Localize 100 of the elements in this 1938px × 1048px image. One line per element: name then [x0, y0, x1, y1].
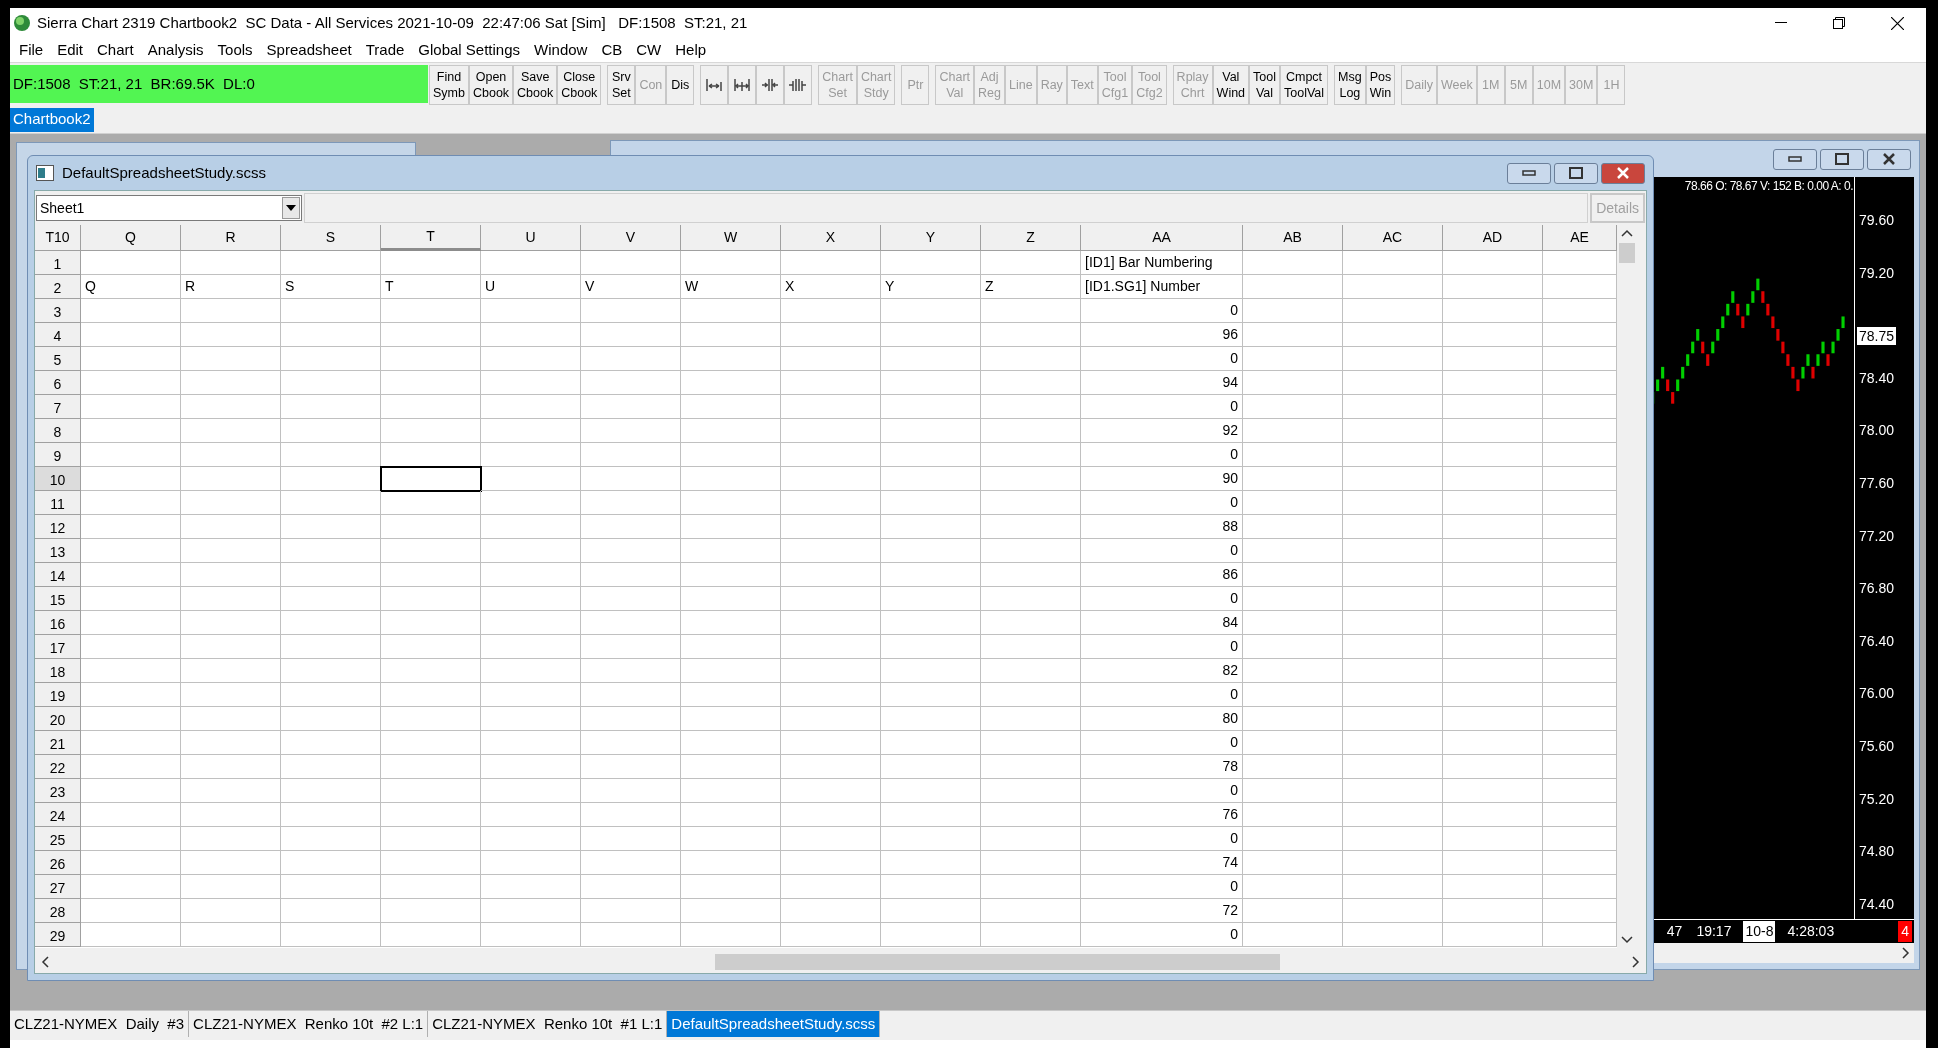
- table-cell[interactable]: 84: [1081, 611, 1243, 635]
- table-cell[interactable]: [681, 251, 781, 275]
- table-cell[interactable]: [581, 299, 681, 323]
- table-cell[interactable]: [1343, 779, 1443, 803]
- table-cell[interactable]: [1243, 539, 1343, 563]
- table-cell[interactable]: [581, 443, 681, 467]
- table-cell[interactable]: [781, 323, 881, 347]
- table-cell[interactable]: [81, 755, 181, 779]
- table-cell[interactable]: [81, 395, 181, 419]
- table-cell[interactable]: [1443, 299, 1543, 323]
- table-cell[interactable]: [781, 299, 881, 323]
- table-cell[interactable]: [881, 419, 981, 443]
- table-cell[interactable]: [981, 587, 1081, 611]
- menu-item[interactable]: Edit: [50, 38, 91, 62]
- table-cell[interactable]: [681, 587, 781, 611]
- table-cell[interactable]: [881, 491, 981, 515]
- table-cell[interactable]: [981, 731, 1081, 755]
- table-cell[interactable]: [281, 395, 381, 419]
- table-cell[interactable]: [181, 635, 281, 659]
- table-cell[interactable]: [781, 731, 881, 755]
- table-cell[interactable]: [281, 635, 381, 659]
- table-cell[interactable]: [881, 587, 981, 611]
- row-header[interactable]: 15: [35, 587, 81, 611]
- table-cell[interactable]: [481, 443, 581, 467]
- table-cell[interactable]: [781, 659, 881, 683]
- table-cell[interactable]: [181, 827, 281, 851]
- column-header[interactable]: V: [581, 225, 681, 251]
- table-cell[interactable]: [481, 851, 581, 875]
- table-cell[interactable]: [ID1.SG1] Number: [1081, 275, 1243, 299]
- table-cell[interactable]: [881, 515, 981, 539]
- table-cell[interactable]: [881, 875, 981, 899]
- column-header[interactable]: X: [781, 225, 881, 251]
- row-header[interactable]: 11: [35, 491, 81, 515]
- table-cell[interactable]: [281, 923, 381, 947]
- table-cell[interactable]: [981, 611, 1081, 635]
- table-cell[interactable]: [781, 347, 881, 371]
- row-header[interactable]: 24: [35, 803, 81, 827]
- table-cell[interactable]: [581, 323, 681, 347]
- table-cell[interactable]: [781, 875, 881, 899]
- table-cell[interactable]: [381, 491, 481, 515]
- menu-item[interactable]: Chart: [90, 38, 141, 62]
- table-cell[interactable]: [581, 875, 681, 899]
- table-cell[interactable]: 0: [1081, 395, 1243, 419]
- menu-item[interactable]: CB: [594, 38, 630, 62]
- table-cell[interactable]: [1343, 395, 1443, 419]
- table-cell[interactable]: [1443, 707, 1543, 731]
- row-header[interactable]: 22: [35, 755, 81, 779]
- table-cell[interactable]: [781, 803, 881, 827]
- table-cell[interactable]: [181, 515, 281, 539]
- table-cell[interactable]: [1443, 683, 1543, 707]
- row-header[interactable]: 25: [35, 827, 81, 851]
- formula-field[interactable]: [304, 193, 1589, 223]
- toolbar-button[interactable]: Close Cbook: [557, 65, 602, 105]
- table-cell[interactable]: [781, 587, 881, 611]
- table-cell[interactable]: 76: [1081, 803, 1243, 827]
- table-cell[interactable]: [1243, 779, 1343, 803]
- table-cell[interactable]: [1443, 851, 1543, 875]
- table-cell[interactable]: [1343, 371, 1443, 395]
- table-cell[interactable]: [781, 539, 881, 563]
- table-cell[interactable]: [381, 371, 481, 395]
- table-cell[interactable]: [81, 899, 181, 923]
- column-header[interactable]: W: [681, 225, 781, 251]
- row-header[interactable]: 5: [35, 347, 81, 371]
- table-cell[interactable]: [981, 827, 1081, 851]
- table-cell[interactable]: [981, 323, 1081, 347]
- column-header[interactable]: AA: [1081, 225, 1243, 251]
- table-cell[interactable]: [681, 731, 781, 755]
- table-cell[interactable]: [1343, 539, 1443, 563]
- table-cell[interactable]: [81, 923, 181, 947]
- table-cell[interactable]: 0: [1081, 683, 1243, 707]
- table-cell[interactable]: [81, 683, 181, 707]
- selected-cell[interactable]: [381, 467, 481, 491]
- table-cell[interactable]: [781, 563, 881, 587]
- table-cell[interactable]: [481, 803, 581, 827]
- table-cell[interactable]: [781, 491, 881, 515]
- table-cell[interactable]: 78: [1081, 755, 1243, 779]
- horizontal-scrollbar[interactable]: [1652, 943, 1914, 963]
- table-cell[interactable]: [581, 899, 681, 923]
- table-cell[interactable]: [881, 659, 981, 683]
- table-cell[interactable]: [881, 803, 981, 827]
- table-cell[interactable]: [981, 299, 1081, 323]
- table-cell[interactable]: [1343, 803, 1443, 827]
- table-cell[interactable]: [581, 851, 681, 875]
- table-cell[interactable]: [281, 779, 381, 803]
- table-cell[interactable]: [1443, 827, 1543, 851]
- table-cell[interactable]: [681, 827, 781, 851]
- table-cell[interactable]: [281, 707, 381, 731]
- table-cell[interactable]: 90: [1081, 467, 1243, 491]
- table-cell[interactable]: [1243, 755, 1343, 779]
- table-cell[interactable]: [1243, 371, 1343, 395]
- table-cell[interactable]: 72: [1081, 899, 1243, 923]
- table-cell[interactable]: [881, 539, 981, 563]
- table-cell[interactable]: [81, 419, 181, 443]
- table-cell[interactable]: [481, 923, 581, 947]
- table-cell[interactable]: [81, 515, 181, 539]
- column-header[interactable]: AD: [1443, 225, 1543, 251]
- menu-item[interactable]: Help: [668, 38, 714, 62]
- table-cell[interactable]: [681, 803, 781, 827]
- table-cell[interactable]: [1343, 275, 1443, 299]
- table-cell[interactable]: 0: [1081, 923, 1243, 947]
